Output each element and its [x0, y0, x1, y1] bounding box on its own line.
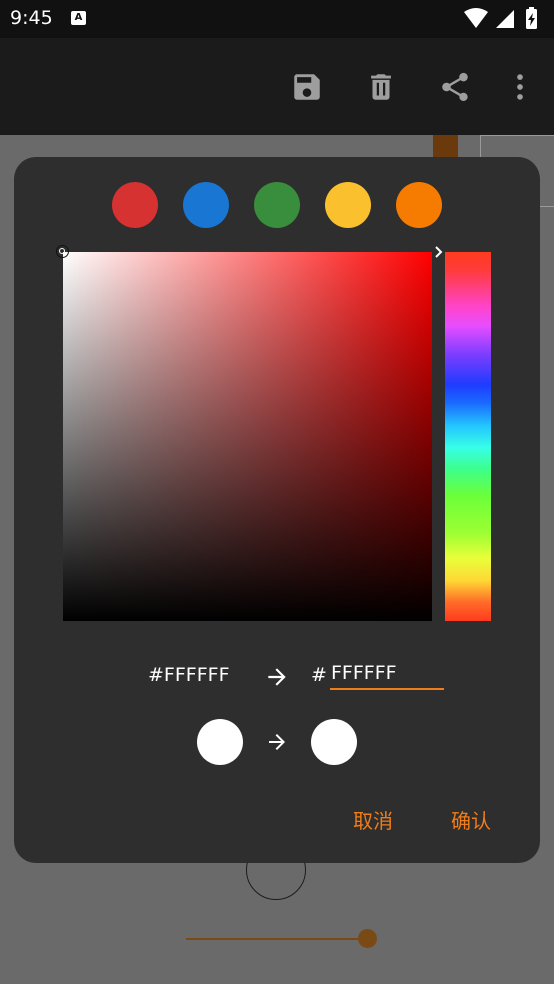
- status-bar: 9:45 A: [0, 0, 554, 38]
- preset-color-green[interactable]: [254, 182, 300, 228]
- canvas-stroke: [433, 135, 458, 159]
- status-time: 9:45: [10, 7, 53, 29]
- hue-chevron-icon[interactable]: [433, 245, 445, 259]
- hex-input[interactable]: [330, 660, 444, 690]
- signal-icon: [496, 10, 514, 28]
- wifi-icon: [464, 8, 488, 28]
- old-hex-label: #FFFFFF: [148, 664, 230, 686]
- preset-color-yellow[interactable]: [325, 182, 371, 228]
- brush-size-slider-thumb: [358, 929, 377, 948]
- toolbar: [0, 38, 554, 135]
- more-vert-icon[interactable]: [503, 70, 537, 104]
- share-icon[interactable]: [438, 70, 472, 104]
- brush-size-slider-track: [186, 938, 368, 940]
- new-color-swatch: [311, 719, 357, 765]
- delete-icon[interactable]: [364, 70, 398, 104]
- preset-color-blue[interactable]: [183, 182, 229, 228]
- notification-a-icon: A: [71, 11, 86, 25]
- battery-icon: [526, 7, 537, 29]
- cancel-button[interactable]: 取消: [353, 805, 393, 834]
- preset-color-red[interactable]: [112, 182, 158, 228]
- hex-hash-prefix: #: [311, 664, 327, 686]
- saturation-value-handle[interactable]: [56, 245, 69, 258]
- status-indicators: [464, 7, 537, 29]
- confirm-button[interactable]: 确认: [451, 805, 491, 834]
- hue-slider[interactable]: [445, 252, 491, 621]
- swatch-arrow-icon: [269, 734, 285, 750]
- old-color-swatch: [197, 719, 243, 765]
- saturation-value-square[interactable]: [63, 252, 432, 621]
- arrow-right-icon: [268, 668, 286, 686]
- preset-color-orange[interactable]: [396, 182, 442, 228]
- save-icon[interactable]: [290, 70, 324, 104]
- color-picker-dialog: #FFFFFF # 取消 确认: [14, 157, 540, 863]
